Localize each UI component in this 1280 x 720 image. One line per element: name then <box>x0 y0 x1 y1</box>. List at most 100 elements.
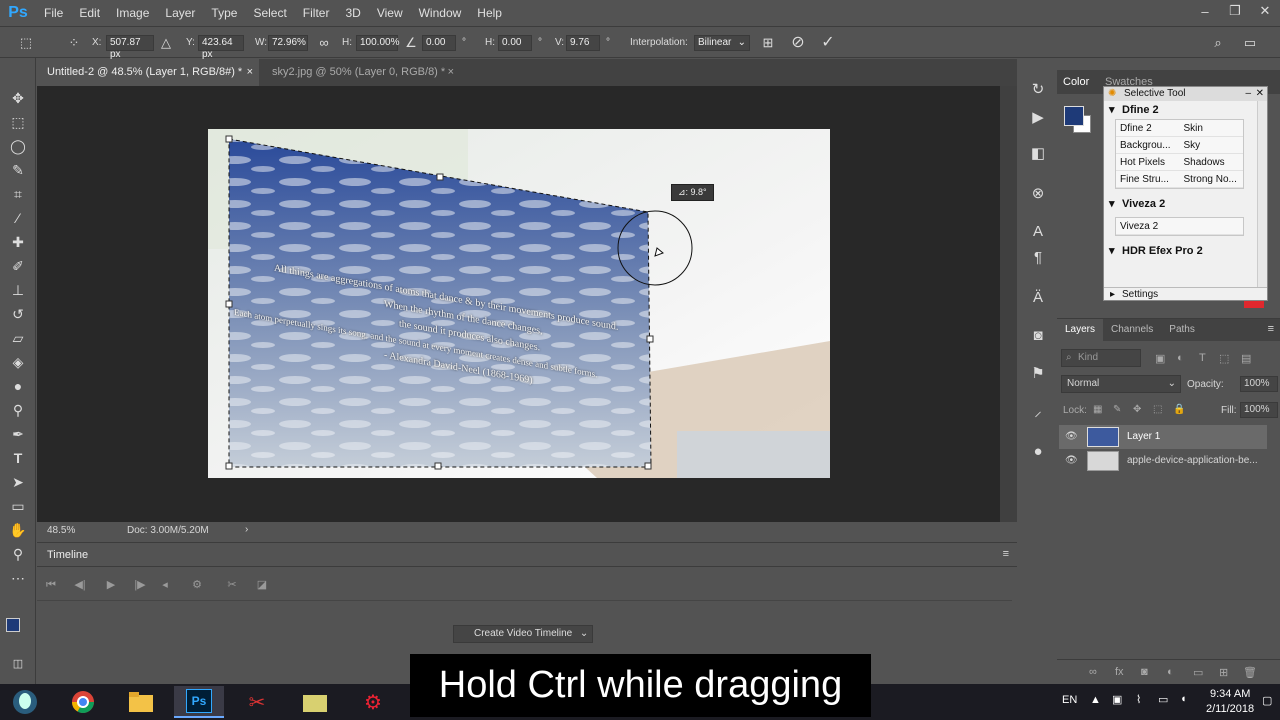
lasso-tool-icon[interactable]: ◯ <box>8 136 28 156</box>
history-icon[interactable]: ↻ <box>1028 80 1048 100</box>
brush-tool-icon[interactable]: ✐ <box>8 256 28 276</box>
transform-handle[interactable] <box>436 173 444 181</box>
filter-kind-select[interactable]: ⌕ Kind <box>1061 349 1141 367</box>
w-field[interactable]: 72.96% <box>268 35 308 51</box>
filter-smart-object-icon[interactable]: ▤ <box>1241 352 1251 365</box>
foreground-color-swatch[interactable] <box>1064 106 1084 126</box>
hskew-field[interactable]: 0.00 <box>498 35 532 51</box>
commit-transform-icon[interactable]: ✓ <box>820 35 836 51</box>
lock-transparent-icon[interactable]: ▦ <box>1093 404 1102 415</box>
vertical-scrollbar[interactable] <box>1000 86 1017 522</box>
transform-tool-icon[interactable]: ⬚ <box>18 35 34 51</box>
fill-field[interactable]: 100% <box>1240 402 1278 418</box>
canvas-area[interactable]: All things are aggregations of atoms tha… <box>37 86 1000 522</box>
new-group-icon[interactable]: ▭ <box>1193 666 1203 679</box>
settings-bar[interactable]: ▸ Settings <box>1104 287 1267 301</box>
glyphs-icon[interactable]: Ä <box>1028 288 1048 308</box>
create-video-timeline-button[interactable]: Create Video Timeline ⌄ <box>453 625 594 643</box>
chevron-down-icon[interactable]: ⌄ <box>580 626 588 642</box>
transform-handle[interactable] <box>434 462 442 470</box>
eyedropper-tool-icon[interactable]: ⁄ <box>8 208 28 228</box>
paths-icon[interactable]: ⚑ <box>1028 364 1048 384</box>
pen-tool-icon[interactable]: ✒ <box>8 424 28 444</box>
tray-chevron-icon[interactable]: ▲ <box>1090 694 1101 706</box>
section-viveza-2[interactable]: ▾ Viveza 2 <box>1104 195 1267 213</box>
reference-point-icon[interactable]: ⁘ <box>66 35 82 51</box>
tab-channels[interactable]: Channels <box>1103 319 1161 341</box>
photoshop-taskbar-icon[interactable]: Ps <box>174 686 224 718</box>
preset-button[interactable]: Strong No... <box>1180 171 1244 187</box>
preset-button[interactable]: Skin <box>1180 120 1244 136</box>
menu-3d[interactable]: 3D <box>337 0 368 26</box>
menu-view[interactable]: View <box>369 0 411 26</box>
preset-button[interactable]: Sky <box>1180 137 1244 153</box>
brush-settings-icon[interactable]: ⊗ <box>1028 184 1048 204</box>
character-icon[interactable]: A <box>1028 222 1048 242</box>
filter-type-icon[interactable]: T <box>1199 352 1206 364</box>
selective-scrollbar[interactable] <box>1257 101 1267 287</box>
preset-button[interactable]: Viveza 2 <box>1116 218 1243 234</box>
zoom-level[interactable]: 48.5% <box>47 525 75 536</box>
tab-sky2[interactable]: sky2.jpg @ 50% (Layer 0, RGB/8) * × <box>262 59 458 86</box>
menu-edit[interactable]: Edit <box>71 0 108 26</box>
hand-tool-icon[interactable]: ✋ <box>8 520 28 540</box>
notifications-icon[interactable]: ▢ <box>1262 694 1272 707</box>
menu-window[interactable]: Window <box>411 0 470 26</box>
drop-icon[interactable]: ● <box>1028 442 1048 462</box>
path-select-icon[interactable]: ➤ <box>8 472 28 492</box>
new-layer-icon[interactable]: ⊞ <box>1219 666 1228 679</box>
play-icon[interactable]: ▶ <box>103 577 119 593</box>
brush-icon[interactable]: ⸝ <box>1028 402 1048 422</box>
lock-artboard-icon[interactable]: ⬚ <box>1153 404 1162 415</box>
x-field[interactable]: 507.87 px <box>106 35 154 60</box>
marquee-tool-icon[interactable]: ⬚ <box>8 112 28 132</box>
actions-play-icon[interactable]: ▶ <box>1028 108 1048 128</box>
link-icon[interactable]: ∞ <box>316 35 332 51</box>
trash-icon[interactable]: 🗑 <box>1243 666 1257 679</box>
filter-shape-icon[interactable]: ⬚ <box>1219 352 1229 365</box>
input-language[interactable]: EN <box>1062 694 1077 706</box>
move-tool-icon[interactable]: ✥ <box>8 88 28 108</box>
transform-handle[interactable] <box>225 462 233 470</box>
tab-untitled-2[interactable]: Untitled-2 @ 48.5% (Layer 1, RGB/8#) * × <box>37 59 259 86</box>
steelseries-icon[interactable]: ⚙ <box>348 686 398 718</box>
close-icon[interactable]: ✕ <box>1250 0 1280 22</box>
next-frame-icon[interactable]: |▶ <box>132 577 148 593</box>
snipping-tool-icon[interactable]: ✂ <box>232 686 282 718</box>
preset-button[interactable]: Shadows <box>1180 154 1244 170</box>
panel-menu-icon[interactable]: ≡ <box>1003 548 1009 560</box>
lock-position-icon[interactable]: ✥ <box>1133 404 1141 415</box>
opacity-field[interactable]: 100% <box>1240 376 1278 392</box>
section-hdr-efex-pro-2[interactable]: ▾ HDR Efex Pro 2 <box>1104 242 1267 260</box>
quick-mask-icon[interactable]: ◫ <box>8 654 28 674</box>
workspace-icon[interactable]: ▭ <box>1242 35 1258 51</box>
chrome-icon[interactable] <box>58 686 108 718</box>
filter-adjustment-icon[interactable]: ◐ <box>1177 352 1184 364</box>
volume-icon[interactable]: ◖ <box>1180 693 1187 705</box>
preset-button[interactable]: Backgrou... <box>1116 137 1180 153</box>
file-explorer-icon[interactable] <box>116 686 166 718</box>
start-alien-icon[interactable] <box>0 686 50 718</box>
preset-button[interactable]: Fine Stru... <box>1116 171 1180 187</box>
layer-row-layer-1[interactable]: 👁 Layer 1 <box>1059 425 1267 449</box>
lock-pixels-icon[interactable]: ✎ <box>1113 404 1121 415</box>
restore-icon[interactable]: ❐ <box>1220 0 1250 22</box>
chevron-right-icon[interactable]: › <box>245 524 248 535</box>
cancel-transform-icon[interactable]: ⊘ <box>790 35 806 51</box>
filter-pixel-icon[interactable]: ▣ <box>1155 352 1165 365</box>
adjustment-layer-icon[interactable]: ◐ <box>1167 666 1174 678</box>
clock-time[interactable]: 9:34 AM <box>1210 688 1250 700</box>
battery-icon[interactable]: ▭ <box>1158 693 1168 706</box>
menu-type[interactable]: Type <box>203 0 245 26</box>
crop-tool-icon[interactable]: ⌗ <box>8 184 28 204</box>
folder-icon[interactable] <box>290 686 340 718</box>
search-icon[interactable]: ⌕ <box>1210 35 1226 51</box>
tab-color[interactable]: Color <box>1063 76 1089 88</box>
minimize-icon[interactable]: – <box>1245 87 1251 101</box>
rectangle-tool-icon[interactable]: ▭ <box>8 496 28 516</box>
healing-tool-icon[interactable]: ✚ <box>8 232 28 252</box>
preset-button[interactable]: Hot Pixels <box>1116 154 1180 170</box>
layer-row-background-photo[interactable]: 👁 apple-device-application-be... <box>1059 449 1267 473</box>
properties-icon[interactable]: ◧ <box>1028 144 1048 164</box>
quick-select-tool-icon[interactable]: ✎ <box>8 160 28 180</box>
